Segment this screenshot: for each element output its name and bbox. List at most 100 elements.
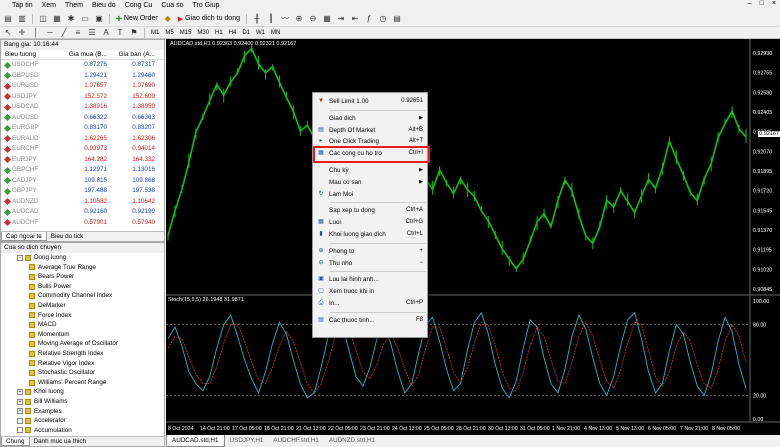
vertical-line-icon[interactable]: │	[30, 27, 42, 39]
navigator-item[interactable]: Stochastic Oscillator	[13, 368, 164, 378]
menu-item-depth-of-market[interactable]: ▤ Depth Of Market Alt+B	[313, 125, 427, 136]
menu-item-mau-co-san[interactable]: Mau co san ▶	[313, 177, 427, 188]
zoom-in-toolbar-icon[interactable]: ⊕	[293, 13, 305, 25]
menu-item-xem-truoc-khi-in[interactable]: ▢ Xem truoc khi in	[313, 286, 427, 297]
menu-item-khoi-luong-giao-dich[interactable]: ▮ Khoi luong giao dich Ctrl+L	[313, 229, 427, 240]
market-watch-row[interactable]: AUDCHF 0.57901 0.57940	[1, 218, 164, 229]
market-watch-row[interactable]: EURUSD 1.07657 1.07690	[1, 81, 164, 92]
chart-window[interactable]: 0.929300.927550.925800.924050.922450.920…	[166, 39, 780, 435]
horizontal-line-icon[interactable]: ─	[44, 27, 56, 39]
profiles-icon[interactable]: ▥	[16, 13, 28, 25]
navigator-item[interactable]: + Bill Williams	[13, 397, 164, 407]
market-watch-row[interactable]: USDJPY 152.572 152.609	[1, 92, 164, 103]
menu-item-thu-nho[interactable]: ⊖ Thu nho −	[313, 258, 427, 269]
market-watch-row[interactable]: AUDCAD 0.92160 0.92199	[1, 207, 164, 218]
new-order-button[interactable]: ✚ New Order	[114, 13, 160, 25]
market-watch-row[interactable]: GBPJPY 197.488 197.538	[1, 186, 164, 197]
ask-column-header[interactable]: Gia ban (A...	[111, 50, 159, 59]
restore-icon[interactable]: □	[760, 0, 764, 11]
data-window-icon[interactable]: ▦	[51, 13, 63, 25]
navigator-item[interactable]: Bulls Power	[13, 282, 164, 292]
navigator-item[interactable]: Average True Range	[13, 263, 164, 273]
expand-toggle-icon[interactable]: +	[17, 389, 23, 396]
metaeditor-icon[interactable]: ◆	[162, 13, 174, 25]
chart-tab-audnzd[interactable]: AUDNZD.std,H1	[324, 435, 380, 447]
candlestick-icon[interactable]: ┃	[265, 13, 277, 25]
navigator-icon[interactable]: ✱	[65, 13, 77, 25]
symbol-column-header[interactable]: Bieu tuong	[1, 50, 63, 59]
navigator-item[interactable]: Moving Average of Oscillator	[13, 339, 164, 349]
menu-view[interactable]: Xem	[42, 2, 56, 9]
navigator-item[interactable]: Accelerator	[13, 416, 164, 426]
expand-toggle-icon[interactable]: +	[17, 408, 23, 415]
chart-tab-usdjpy[interactable]: USDJPY,H1	[225, 435, 269, 447]
market-watch-row[interactable]: EURCHF 0.93973 0.94014	[1, 144, 164, 155]
trendline-icon[interactable]: ╱	[58, 27, 70, 39]
market-watch-row[interactable]: GBPUSD 1.29421 1.29460	[1, 71, 164, 82]
timeframe-m30[interactable]: M30	[195, 30, 211, 36]
navigator-item[interactable]: + Examples	[13, 407, 164, 417]
market-watch-row[interactable]: USDCHF 0.87276 0.87317	[1, 60, 164, 71]
navigator-item[interactable]: Relative Vigor Index	[13, 359, 164, 369]
timeframe-w1[interactable]: W1	[254, 30, 267, 36]
arrows-icon[interactable]: ⚑	[128, 27, 140, 39]
new-chart-icon[interactable]: ▤	[2, 13, 14, 25]
terminal-icon[interactable]: ▭	[79, 13, 91, 25]
menu-item-sell-limit-1-00[interactable]: ▼ Sell Limit 1.00 0.92651	[313, 96, 427, 107]
market-watch-row[interactable]: AUDUSD 0.66322 0.66363	[1, 113, 164, 124]
timeframe-m1[interactable]: M1	[149, 30, 161, 36]
menu-item-luu-lai-hinh-anh[interactable]: ▣ Luu lai hinh anh...	[313, 274, 427, 285]
tab-symbols[interactable]: Cap ngoai te	[1, 232, 47, 241]
label-icon[interactable]: T	[114, 27, 126, 39]
tile-windows-icon[interactable]: ▦	[321, 13, 333, 25]
bar-chart-icon[interactable]: ╫	[251, 13, 263, 25]
market-watch-row[interactable]: EURGBP 0.83170 0.83207	[1, 123, 164, 134]
timeframe-mn[interactable]: MN	[269, 30, 282, 36]
chart-tab-audchf[interactable]: AUDCHF.std,H1	[268, 435, 324, 447]
bid-column-header[interactable]: Gia mua (B...	[63, 50, 111, 59]
zoom-out-toolbar-icon[interactable]: ⊖	[307, 13, 319, 25]
indicators-icon[interactable]: ƒ	[363, 13, 375, 25]
navigator-item[interactable]: Relative Strength Index	[13, 349, 164, 359]
market-watch-row[interactable]: CADJPY 109.815 109.868	[1, 176, 164, 187]
navigator-item[interactable]: MACD	[13, 320, 164, 330]
tab-common[interactable]: Chung	[1, 437, 30, 446]
timeframe-m15[interactable]: M15	[178, 30, 194, 36]
navigator-item[interactable]: Force Index	[13, 311, 164, 321]
navigator-item[interactable]: Momentum	[13, 330, 164, 340]
menu-item-lam-moi[interactable]: ↻ Lam Moi	[313, 189, 427, 200]
timeframe-m5[interactable]: M5	[163, 30, 175, 36]
menu-item-giao-dich[interactable]: Giao dich ▶	[313, 113, 427, 124]
line-chart-icon[interactable]: 〰	[279, 13, 291, 25]
fibonacci-icon[interactable]: ☰	[86, 27, 98, 39]
navigator-item[interactable]: Williams' Percent Range	[13, 378, 164, 388]
minimize-icon[interactable]: –	[748, 0, 752, 11]
navigator-item[interactable]: + Khoi luong	[13, 387, 164, 397]
navigator-item[interactable]: DeMarker	[13, 301, 164, 311]
menu-tools[interactable]: Cong Cu	[125, 2, 153, 9]
menu-help[interactable]: Tro Giup	[193, 2, 220, 9]
menu-insert[interactable]: Them	[65, 2, 83, 9]
navigator-item[interactable]: Commodity Channel Index	[13, 291, 164, 301]
templates-icon[interactable]: ▤	[391, 13, 403, 25]
menu-item-sap-xep-tu-dong[interactable]: Sap xep tu dong Ctrl+A	[313, 205, 427, 216]
menu-file[interactable]: Tap tin	[12, 2, 33, 9]
timeframe-h4[interactable]: H4	[227, 30, 239, 36]
tester-icon[interactable]: ▣	[93, 13, 105, 25]
autoscroll-icon[interactable]: ⇥	[335, 13, 347, 25]
chart-canvas[interactable]: 0.929300.927550.925800.924050.922450.920…	[166, 39, 780, 435]
menu-window[interactable]: Cua so	[161, 2, 183, 9]
market-watch-row[interactable]: EURJPY 164.282 164.332	[1, 155, 164, 166]
tab-favorites[interactable]: Danh muc ua thich	[30, 437, 91, 446]
menu-charts[interactable]: Bieu do	[92, 2, 116, 9]
expand-toggle-icon[interactable]: −	[17, 254, 23, 261]
menu-item-phong-to[interactable]: ⊕ Phong to +	[313, 246, 427, 257]
chart-shift-icon[interactable]: ⇤	[349, 13, 361, 25]
close-icon[interactable]: ×	[772, 0, 776, 11]
market-watch-row[interactable]: EURAUD 1.62265 1.62306	[1, 134, 164, 145]
navigator-item[interactable]: Accumulation	[13, 426, 164, 436]
menu-item-in[interactable]: ⎙ In... Ctrl+P	[313, 298, 427, 309]
menu-item-cac-thuoc-tinh[interactable]: ▤ Cac thuoc tinh... F8	[313, 315, 427, 326]
autotrading-button[interactable]: ▶ Giao dich tu dong	[176, 13, 242, 25]
tab-tick-chart[interactable]: Bieu do tick	[47, 232, 88, 241]
